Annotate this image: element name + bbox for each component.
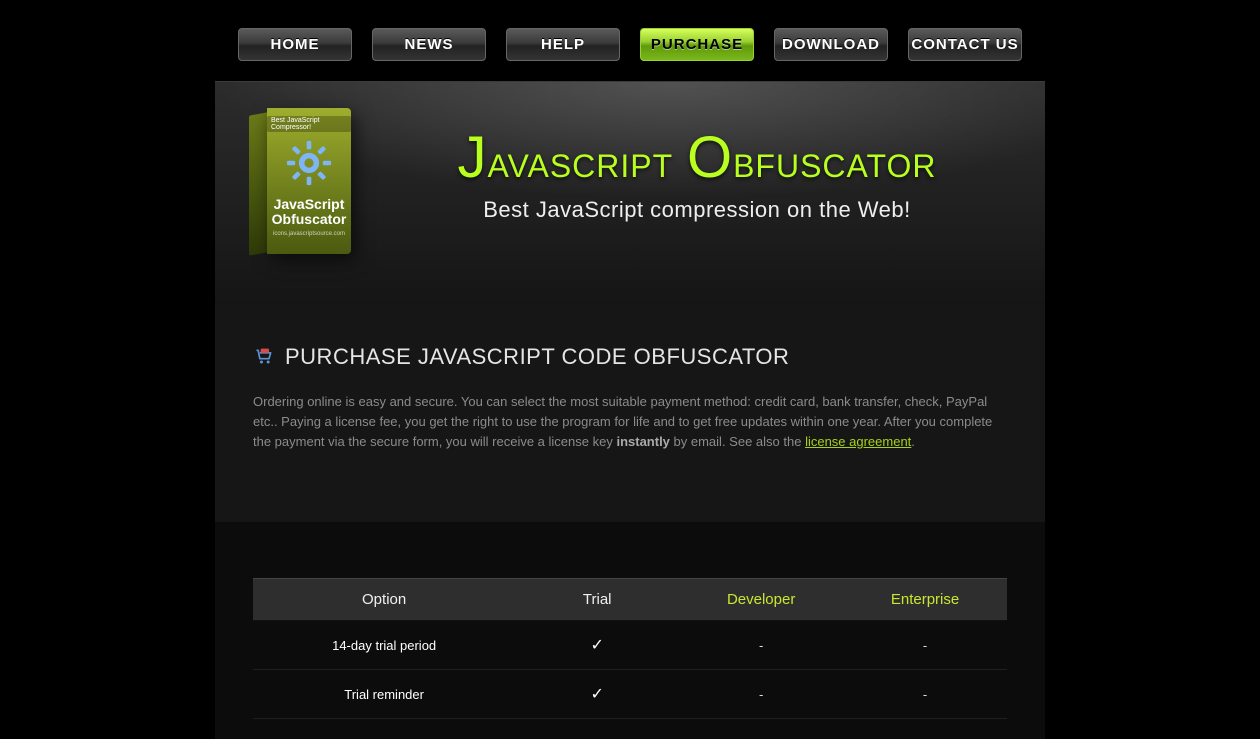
box-label-line1: JavaScript	[274, 197, 345, 212]
check-icon: ✓	[515, 684, 679, 704]
hero-banner: Best JavaScript Compressor!	[215, 81, 1045, 304]
col-developer[interactable]: Developer	[679, 591, 843, 608]
table-row: Trial reminder ✓ - -	[253, 670, 1007, 719]
nav-help[interactable]: HELP	[506, 28, 620, 61]
col-enterprise[interactable]: Enterprise	[843, 591, 1007, 608]
row-label: Trial reminder	[253, 687, 515, 702]
cell-dash: -	[679, 638, 843, 653]
product-tagline: Best JavaScript compression on the Web!	[383, 197, 1011, 223]
cell-dash: -	[843, 687, 1007, 702]
section-heading-text: PURCHASE JAVASCRIPT CODE OBFUSCATOR	[285, 344, 789, 370]
intro-paragraph: Ordering online is easy and secure. You …	[253, 392, 1003, 452]
purchase-section: PURCHASE JAVASCRIPT CODE OBFUSCATOR Orde…	[215, 304, 1045, 522]
license-agreement-link[interactable]: license agreement	[805, 434, 911, 449]
box-label-line2: Obfuscator	[272, 212, 347, 227]
top-nav: HOME NEWS HELP PURCHASE DOWNLOAD CONTACT…	[0, 0, 1260, 81]
nav-contact-us[interactable]: CONTACT US	[908, 28, 1022, 61]
row-label: 14-day trial period	[253, 638, 515, 653]
product-title: Javascript Obfuscator	[383, 124, 1011, 191]
table-header-row: Option Trial Developer Enterprise	[253, 578, 1007, 621]
cell-dash: -	[679, 687, 843, 702]
section-heading: PURCHASE JAVASCRIPT CODE OBFUSCATOR	[253, 344, 1007, 370]
table-row: 14-day trial period ✓ - -	[253, 621, 1007, 670]
box-banner-text: Best JavaScript Compressor!	[267, 116, 351, 132]
product-box-art: Best JavaScript Compressor!	[249, 108, 349, 258]
gear-icon	[286, 132, 332, 197]
box-sub-text: icons.javascriptsource.com	[273, 231, 345, 237]
nav-purchase[interactable]: PURCHASE	[640, 28, 754, 61]
pricing-table: Option Trial Developer Enterprise 14-day…	[253, 578, 1007, 719]
nav-home[interactable]: HOME	[238, 28, 352, 61]
col-trial: Trial	[515, 591, 679, 608]
cart-icon	[253, 347, 275, 367]
cell-dash: -	[843, 638, 1007, 653]
nav-news[interactable]: NEWS	[372, 28, 486, 61]
col-option: Option	[253, 591, 515, 608]
nav-download[interactable]: DOWNLOAD	[774, 28, 888, 61]
pricing-table-wrap: Option Trial Developer Enterprise 14-day…	[215, 522, 1045, 739]
check-icon: ✓	[515, 635, 679, 655]
